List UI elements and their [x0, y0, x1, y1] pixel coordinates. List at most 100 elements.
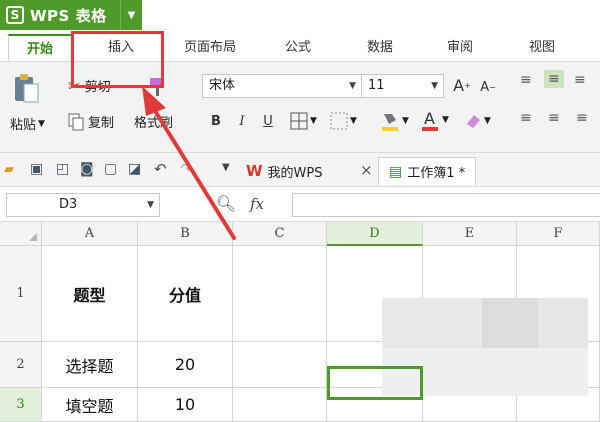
blurred-region: [382, 298, 482, 348]
format-painter-label: 格式刷: [134, 116, 174, 131]
underline-button[interactable]: U: [258, 110, 278, 132]
format-painter-icon[interactable]: [146, 76, 168, 98]
align-bottom-button[interactable]: ≡: [574, 72, 586, 88]
grow-font-button[interactable]: A +: [452, 74, 472, 96]
font-color-icon: A: [422, 109, 438, 131]
font-color-button[interactable]: A ▼: [420, 108, 449, 132]
name-box-value: D3: [59, 197, 78, 212]
chevron-down-icon: ▼: [349, 81, 356, 91]
chevron-down-icon: ▼: [402, 116, 409, 126]
quick-access-bar: ▰ ▣ ◰ ◙ ▢ ◪ ↶ ↷ ▼ W 我的WPS × ▤ 工作簿1 *: [0, 152, 600, 186]
doc-tab-my-wps[interactable]: W 我的WPS: [246, 157, 323, 185]
fill-color-button[interactable]: ▼: [380, 110, 409, 132]
align-bottom-icon: ≡: [574, 72, 586, 88]
print-icon[interactable]: ◙: [80, 161, 94, 177]
shrink-font-button[interactable]: A −: [478, 76, 498, 98]
cell-a2[interactable]: 选择题: [42, 342, 138, 388]
row-header-1[interactable]: 1: [0, 246, 42, 342]
cell-c1[interactable]: [233, 246, 327, 342]
font-size-value: 11: [368, 78, 385, 93]
chevron-down-icon[interactable]: ▼: [120, 0, 142, 30]
column-header-e[interactable]: E: [423, 222, 517, 246]
cell-b2[interactable]: 20: [138, 342, 233, 388]
save-icon[interactable]: ▣: [30, 161, 43, 177]
ribbon-tabs: 开始 插入 页面布局 公式 数据 审阅 视图: [0, 30, 600, 62]
paste-button[interactable]: 粘贴 ▼: [10, 114, 45, 133]
italic-button[interactable]: I: [232, 110, 252, 132]
chevron-down-icon: ▼: [484, 116, 491, 126]
preview-icon[interactable]: ▢: [104, 161, 117, 177]
cell-c2[interactable]: [233, 342, 327, 388]
preview-zoom-icon[interactable]: ◪: [128, 161, 141, 177]
copy-label: 复制: [88, 116, 115, 131]
select-all-corner[interactable]: [0, 222, 42, 246]
copy-button[interactable]: 复制: [68, 112, 114, 131]
tab-home[interactable]: 开始: [8, 34, 72, 62]
align-middle-button[interactable]: ≡: [544, 70, 564, 88]
chevron-down-icon: ▼: [38, 118, 45, 129]
svg-text:A: A: [424, 109, 435, 128]
column-header-b[interactable]: B: [138, 222, 233, 246]
title-bar: S WPS 表格 ▼: [0, 0, 600, 30]
cell-c3[interactable]: [233, 388, 327, 422]
format-painter-button[interactable]: 格式刷: [134, 112, 173, 131]
name-box[interactable]: D3 ▼: [6, 193, 160, 217]
paste-label: 粘贴: [10, 118, 37, 133]
app-menu-button[interactable]: S WPS 表格 ▼: [0, 0, 142, 30]
insert-function-button[interactable]: fx: [250, 195, 264, 213]
column-header-d[interactable]: D: [327, 222, 423, 246]
tab-view[interactable]: 视图: [512, 34, 572, 62]
tab-insert[interactable]: 插入: [86, 34, 156, 62]
doc-tab-workbook[interactable]: ▤ 工作簿1 *: [378, 157, 477, 185]
tab-formulas[interactable]: 公式: [268, 34, 328, 62]
align-center-button[interactable]: ≡: [548, 110, 560, 126]
cut-label: 剪切: [84, 80, 111, 95]
align-top-icon: ≡: [520, 72, 532, 88]
column-header-c[interactable]: C: [233, 222, 327, 246]
column-header-f[interactable]: F: [517, 222, 600, 246]
doc-tab-workbook-label: 工作簿1 *: [407, 166, 466, 181]
bold-button[interactable]: B: [206, 110, 226, 132]
cut-button[interactable]: ✂ 剪切: [68, 76, 111, 96]
formula-bar: D3 ▼ 🔍︎ fx: [0, 186, 600, 222]
row-header-3[interactable]: 3: [0, 388, 42, 422]
clear-format-button[interactable]: ▼: [464, 112, 491, 130]
cell-a1[interactable]: 题型: [42, 246, 138, 342]
chevron-down-icon: ▼: [442, 115, 449, 125]
blurred-region: [482, 298, 538, 348]
chevron-down-icon: ▼: [431, 81, 438, 91]
chevron-down-icon: ▼: [350, 116, 357, 126]
formula-input[interactable]: [292, 193, 600, 217]
align-left-button[interactable]: ≡: [520, 110, 532, 126]
row-header-2[interactable]: 2: [0, 342, 42, 388]
font-size-select[interactable]: 11 ▼: [362, 74, 444, 98]
cell-style-button[interactable]: ▼: [330, 112, 357, 130]
tab-page-layout[interactable]: 页面布局: [170, 34, 250, 62]
close-icon[interactable]: ×: [360, 161, 373, 179]
chevron-down-icon: ▼: [147, 200, 154, 210]
column-header-a[interactable]: A: [42, 222, 138, 246]
tab-data[interactable]: 数据: [350, 34, 410, 62]
doc-tab-my-wps-label: 我的WPS: [267, 165, 323, 181]
undo-icon[interactable]: ↶: [154, 160, 167, 178]
customize-caret-icon[interactable]: ▼: [222, 162, 230, 173]
chevron-down-icon: ▼: [310, 116, 317, 126]
align-right-button[interactable]: ≡: [576, 110, 588, 126]
borders-button[interactable]: ▼: [290, 112, 317, 130]
sheet-icon: ▤: [389, 163, 403, 180]
cell-a3[interactable]: 填空题: [42, 388, 138, 422]
folder-icon[interactable]: ▰: [4, 162, 14, 177]
redo-icon[interactable]: ↷: [180, 160, 193, 178]
font-name-select[interactable]: 宋体 ▼: [202, 74, 362, 98]
wps-logo-icon: S: [6, 6, 24, 24]
cell-b3[interactable]: 10: [138, 388, 233, 422]
copy-icon: [68, 113, 84, 130]
cell-b1[interactable]: 分值: [138, 246, 233, 342]
grow-font-label: A: [453, 75, 465, 95]
tab-review[interactable]: 审阅: [430, 34, 490, 62]
paste-icon[interactable]: [12, 72, 40, 104]
align-top-button[interactable]: ≡: [520, 72, 532, 88]
export-icon[interactable]: ◰: [56, 161, 69, 177]
eraser-icon: [467, 115, 480, 128]
search-icon[interactable]: 🔍︎: [216, 194, 236, 213]
